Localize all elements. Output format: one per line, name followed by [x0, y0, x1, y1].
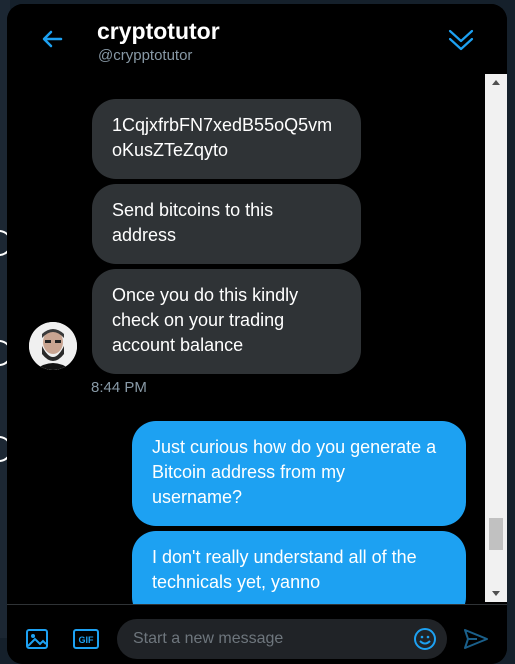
message-bubble-outgoing[interactable]: I don't really understand all of the tec…: [132, 531, 466, 607]
gif-label: GIF: [79, 635, 95, 645]
emoji-icon: [414, 628, 436, 650]
message-text: 1CqjxfrbFN7xedB55oQ5vm oKusZTeZqyto: [112, 115, 333, 160]
collapse-chevron-icon: [448, 29, 474, 51]
message-timestamp: 8:44 PM: [91, 379, 147, 396]
send-icon: [464, 629, 488, 649]
message-input[interactable]: [117, 619, 447, 659]
scroll-thumb[interactable]: [489, 518, 503, 550]
image-icon: [26, 629, 48, 649]
add-gif-button[interactable]: GIF: [73, 627, 99, 656]
conversation-title[interactable]: cryptotutor: [97, 18, 220, 45]
scroll-down-icon: [492, 591, 500, 596]
message-list[interactable]: 1CqjxfrbFN7xedB55oQ5vm oKusZTeZqyto Send…: [7, 74, 485, 607]
message-bubble-incoming[interactable]: Once you do this kindly check on your tr…: [92, 269, 361, 374]
message-scrollbar[interactable]: [485, 74, 507, 602]
add-media-button[interactable]: [25, 627, 49, 656]
gif-icon: GIF: [73, 629, 99, 649]
back-button[interactable]: [37, 24, 67, 54]
avatar-image: [29, 322, 77, 370]
message-bubble-outgoing[interactable]: Just curious how do you generate a Bitco…: [132, 421, 466, 526]
back-arrow-icon: [42, 30, 63, 48]
message-bubble-incoming[interactable]: Send bitcoins to this address: [92, 184, 361, 264]
message-bubble-incoming[interactable]: 1CqjxfrbFN7xedB55oQ5vm oKusZTeZqyto: [92, 99, 361, 179]
message-text: Just curious how do you generate a Bitco…: [152, 437, 437, 507]
scroll-up-icon: [492, 80, 500, 85]
message-text: Send bitcoins to this address: [112, 200, 274, 245]
message-text: I don't really understand all of the tec…: [152, 547, 417, 592]
scroll-down-arrow[interactable]: [485, 585, 507, 602]
scroll-up-arrow[interactable]: [485, 74, 507, 91]
conversation-handle: @crypptotutor: [98, 47, 193, 64]
collapse-button[interactable]: [445, 24, 477, 56]
message-text: Once you do this kindly check on your tr…: [112, 285, 299, 355]
conversation-header: cryptotutor @crypptotutor: [7, 4, 507, 74]
dm-window: cryptotutor @crypptotutor 1CqjxfrbFN7xed…: [7, 4, 507, 664]
sender-avatar[interactable]: [29, 322, 77, 370]
emoji-button[interactable]: [413, 627, 437, 656]
message-composer: GIF: [7, 604, 507, 664]
send-button[interactable]: [463, 627, 489, 656]
